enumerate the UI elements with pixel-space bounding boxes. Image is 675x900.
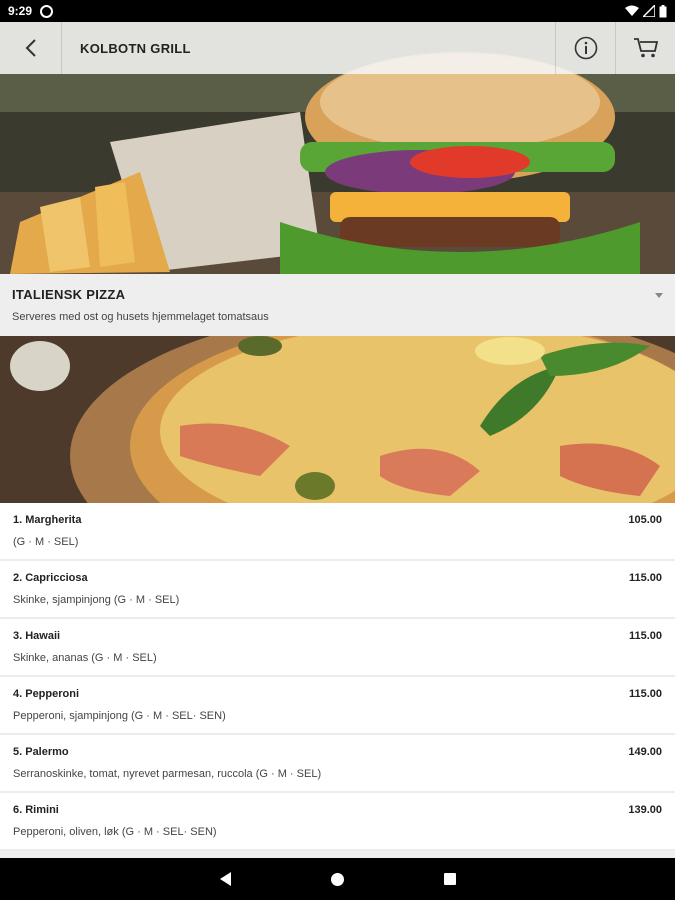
arrow-back-icon — [25, 39, 36, 57]
menu-item-name: 1. Margherita — [13, 514, 82, 526]
info-icon — [574, 36, 597, 60]
wifi-icon — [625, 5, 639, 16]
menu-item-name: 3. Hawaii — [13, 630, 61, 642]
status-icons — [625, 4, 667, 18]
signal-icon — [643, 5, 655, 17]
menu-item[interactable]: 6. Rimini 139.00 Pepperoni, oliven, løk … — [0, 793, 675, 851]
system-nav-bar — [0, 858, 675, 900]
menu-item-price: 105.00 — [628, 514, 662, 526]
cart-icon — [633, 38, 658, 58]
category-header[interactable]: ITALIENSK PIZZA Serveres med ost og huse… — [0, 274, 675, 336]
menu-item[interactable]: 1. Margherita 105.00 (G · M · SEL) — [0, 503, 675, 561]
notification-icon — [40, 4, 54, 18]
menu-item-price: 115.00 — [628, 630, 662, 642]
menu-item-price: 115.00 — [628, 688, 662, 700]
status-time: 9:29 — [8, 4, 33, 18]
category-title: ITALIENSK PIZZA — [12, 287, 126, 302]
battery-icon — [659, 4, 667, 17]
menu-item-description: Skinke, sjampinjong (G · M · SEL) — [13, 594, 180, 606]
page-title: KOLBOTN GRILL — [80, 40, 191, 56]
info-button[interactable] — [555, 22, 615, 74]
menu-item[interactable]: 5. Palermo 149.00 Serranoskinke, tomat, … — [0, 735, 675, 793]
menu-item-description: (G · M · SEL) — [13, 536, 79, 548]
menu-item-price: 149.00 — [628, 746, 662, 758]
menu-item-name: 5. Palermo — [13, 746, 69, 758]
app-screen: 9:29 KOLBOTN GRILL ITALIENSK PIZZA Serve… — [0, 0, 675, 900]
menu-item-description: Pepperoni, sjampinjong (G · M · SEL· SEN… — [13, 710, 226, 722]
menu-item[interactable]: 3. Hawaii 115.00 Skinke, ananas (G · M ·… — [0, 619, 675, 677]
status-bar: 9:29 — [0, 0, 675, 22]
menu-item[interactable]: 2. Capricciosa 115.00 Skinke, sjampinjon… — [0, 561, 675, 619]
category-description: Serveres med ost og husets hjemmelaget t… — [12, 311, 269, 323]
menu-item-price: 115.00 — [628, 572, 662, 584]
menu-item-price: 139.00 — [628, 804, 662, 816]
back-button[interactable] — [0, 22, 62, 74]
menu-item-description: Serranoskinke, tomat, nyrevet parmesan, … — [13, 768, 322, 780]
menu-item[interactable]: 4. Pepperoni 115.00 Pepperoni, sjampinjo… — [0, 677, 675, 735]
nav-home-icon[interactable] — [330, 872, 344, 886]
nav-recents-icon[interactable] — [443, 873, 456, 885]
menu-item-name: 6. Rimini — [13, 804, 59, 816]
menu-item-name: 4. Pepperoni — [13, 688, 80, 700]
menu-item-description: Pepperoni, oliven, løk (G · M · SEL· SEN… — [13, 826, 217, 838]
menu-item-name: 2. Capricciosa — [13, 572, 88, 584]
menu-list: 1. Margherita 105.00 (G · M · SEL) 2. Ca… — [0, 503, 675, 851]
top-app-bar: KOLBOTN GRILL — [0, 22, 675, 74]
category-image-pizza — [0, 336, 675, 503]
nav-back-icon[interactable] — [219, 872, 231, 886]
caret-down-icon — [655, 293, 663, 298]
cart-button[interactable] — [615, 22, 675, 74]
menu-item-description: Skinke, ananas (G · M · SEL) — [13, 652, 157, 664]
